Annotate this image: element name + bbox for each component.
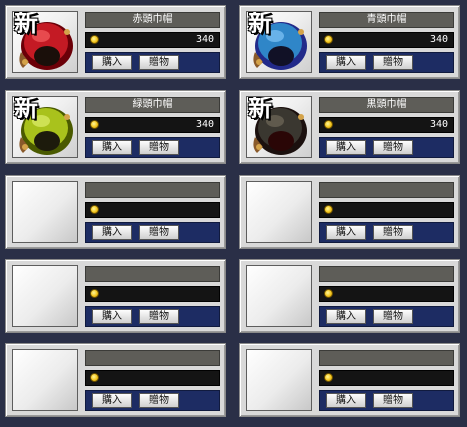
price-bar bbox=[85, 370, 220, 386]
item-name bbox=[85, 350, 220, 366]
price-bar bbox=[85, 202, 220, 218]
price-bar: 340 bbox=[319, 117, 454, 133]
coin-icon bbox=[90, 373, 99, 382]
coin-icon bbox=[324, 289, 333, 298]
new-badge: 新 bbox=[14, 11, 38, 37]
gift-button[interactable]: 贈物 bbox=[373, 55, 413, 70]
button-area: 購入 贈物 bbox=[85, 52, 220, 73]
shop-item-card[interactable]: 購入 贈物 bbox=[239, 175, 460, 249]
shop-item-card[interactable]: 購入 贈物 bbox=[5, 343, 226, 417]
item-thumbnail[interactable] bbox=[246, 181, 312, 243]
buy-button[interactable]: 購入 bbox=[92, 393, 132, 408]
button-area: 購入 贈物 bbox=[319, 306, 454, 327]
item-thumbnail[interactable]: 新 bbox=[246, 11, 312, 73]
shop-item-card[interactable]: 新 青頭巾帽 340 購入 贈物 bbox=[239, 5, 460, 79]
new-badge: 新 bbox=[248, 96, 272, 122]
item-name bbox=[85, 182, 220, 198]
buy-button[interactable]: 購入 bbox=[326, 225, 366, 240]
coin-icon bbox=[324, 205, 333, 214]
item-thumbnail[interactable]: 新 bbox=[12, 11, 78, 73]
buy-button[interactable]: 購入 bbox=[326, 393, 366, 408]
gift-button[interactable]: 贈物 bbox=[373, 393, 413, 408]
button-area: 購入 贈物 bbox=[319, 222, 454, 243]
gift-button[interactable]: 贈物 bbox=[139, 309, 179, 324]
item-name bbox=[85, 266, 220, 282]
buy-button[interactable]: 購入 bbox=[92, 55, 132, 70]
shop-item-grid: 新 赤頭巾帽 340 購入 贈物 新 青頭巾帽 340 購入 贈物 新 緑頭巾帽… bbox=[0, 0, 467, 427]
shop-item-card[interactable]: 新 赤頭巾帽 340 購入 贈物 bbox=[5, 5, 226, 79]
item-name: 黒頭巾帽 bbox=[319, 97, 454, 113]
item-price: 340 bbox=[429, 119, 448, 130]
buy-button[interactable]: 購入 bbox=[92, 225, 132, 240]
gift-button[interactable]: 贈物 bbox=[139, 225, 179, 240]
item-thumbnail[interactable] bbox=[12, 265, 78, 327]
item-name: 赤頭巾帽 bbox=[85, 12, 220, 28]
buy-button[interactable]: 購入 bbox=[92, 140, 132, 155]
buy-button[interactable]: 購入 bbox=[326, 55, 366, 70]
button-area: 購入 贈物 bbox=[85, 137, 220, 158]
button-area: 購入 贈物 bbox=[319, 137, 454, 158]
item-name: 緑頭巾帽 bbox=[85, 97, 220, 113]
item-thumbnail[interactable]: 新 bbox=[12, 96, 78, 158]
buy-button[interactable]: 購入 bbox=[326, 309, 366, 324]
price-bar: 340 bbox=[319, 32, 454, 48]
new-badge: 新 bbox=[14, 96, 38, 122]
item-name bbox=[319, 350, 454, 366]
coin-icon bbox=[90, 120, 99, 129]
item-thumbnail[interactable] bbox=[12, 349, 78, 411]
item-thumbnail[interactable] bbox=[246, 265, 312, 327]
price-bar bbox=[319, 370, 454, 386]
gift-button[interactable]: 贈物 bbox=[139, 55, 179, 70]
coin-icon bbox=[324, 35, 333, 44]
price-bar: 340 bbox=[85, 117, 220, 133]
button-area: 購入 贈物 bbox=[319, 52, 454, 73]
gift-button[interactable]: 贈物 bbox=[373, 225, 413, 240]
item-name bbox=[319, 266, 454, 282]
button-area: 購入 贈物 bbox=[319, 390, 454, 411]
shop-item-card[interactable]: 新 黒頭巾帽 340 購入 贈物 bbox=[239, 90, 460, 164]
price-bar bbox=[319, 286, 454, 302]
item-name: 青頭巾帽 bbox=[319, 12, 454, 28]
item-name bbox=[319, 182, 454, 198]
gift-button[interactable]: 贈物 bbox=[139, 140, 179, 155]
shop-item-card[interactable]: 購入 贈物 bbox=[5, 175, 226, 249]
shop-item-card[interactable]: 購入 贈物 bbox=[239, 259, 460, 333]
coin-icon bbox=[90, 35, 99, 44]
price-bar bbox=[319, 202, 454, 218]
item-price: 340 bbox=[195, 34, 214, 45]
gift-button[interactable]: 贈物 bbox=[373, 140, 413, 155]
buy-button[interactable]: 購入 bbox=[326, 140, 366, 155]
item-price: 340 bbox=[195, 119, 214, 130]
buy-button[interactable]: 購入 bbox=[92, 309, 132, 324]
button-area: 購入 贈物 bbox=[85, 390, 220, 411]
item-thumbnail[interactable] bbox=[12, 181, 78, 243]
button-area: 購入 贈物 bbox=[85, 306, 220, 327]
price-bar: 340 bbox=[85, 32, 220, 48]
new-badge: 新 bbox=[248, 11, 272, 37]
coin-icon bbox=[90, 205, 99, 214]
button-area: 購入 贈物 bbox=[85, 222, 220, 243]
shop-item-card[interactable]: 購入 贈物 bbox=[5, 259, 226, 333]
coin-icon bbox=[324, 373, 333, 382]
item-thumbnail[interactable]: 新 bbox=[246, 96, 312, 158]
gift-button[interactable]: 贈物 bbox=[373, 309, 413, 324]
item-thumbnail[interactable] bbox=[246, 349, 312, 411]
price-bar bbox=[85, 286, 220, 302]
coin-icon bbox=[90, 289, 99, 298]
coin-icon bbox=[324, 120, 333, 129]
gift-button[interactable]: 贈物 bbox=[139, 393, 179, 408]
shop-item-card[interactable]: 新 緑頭巾帽 340 購入 贈物 bbox=[5, 90, 226, 164]
item-price: 340 bbox=[429, 34, 448, 45]
shop-item-card[interactable]: 購入 贈物 bbox=[239, 343, 460, 417]
